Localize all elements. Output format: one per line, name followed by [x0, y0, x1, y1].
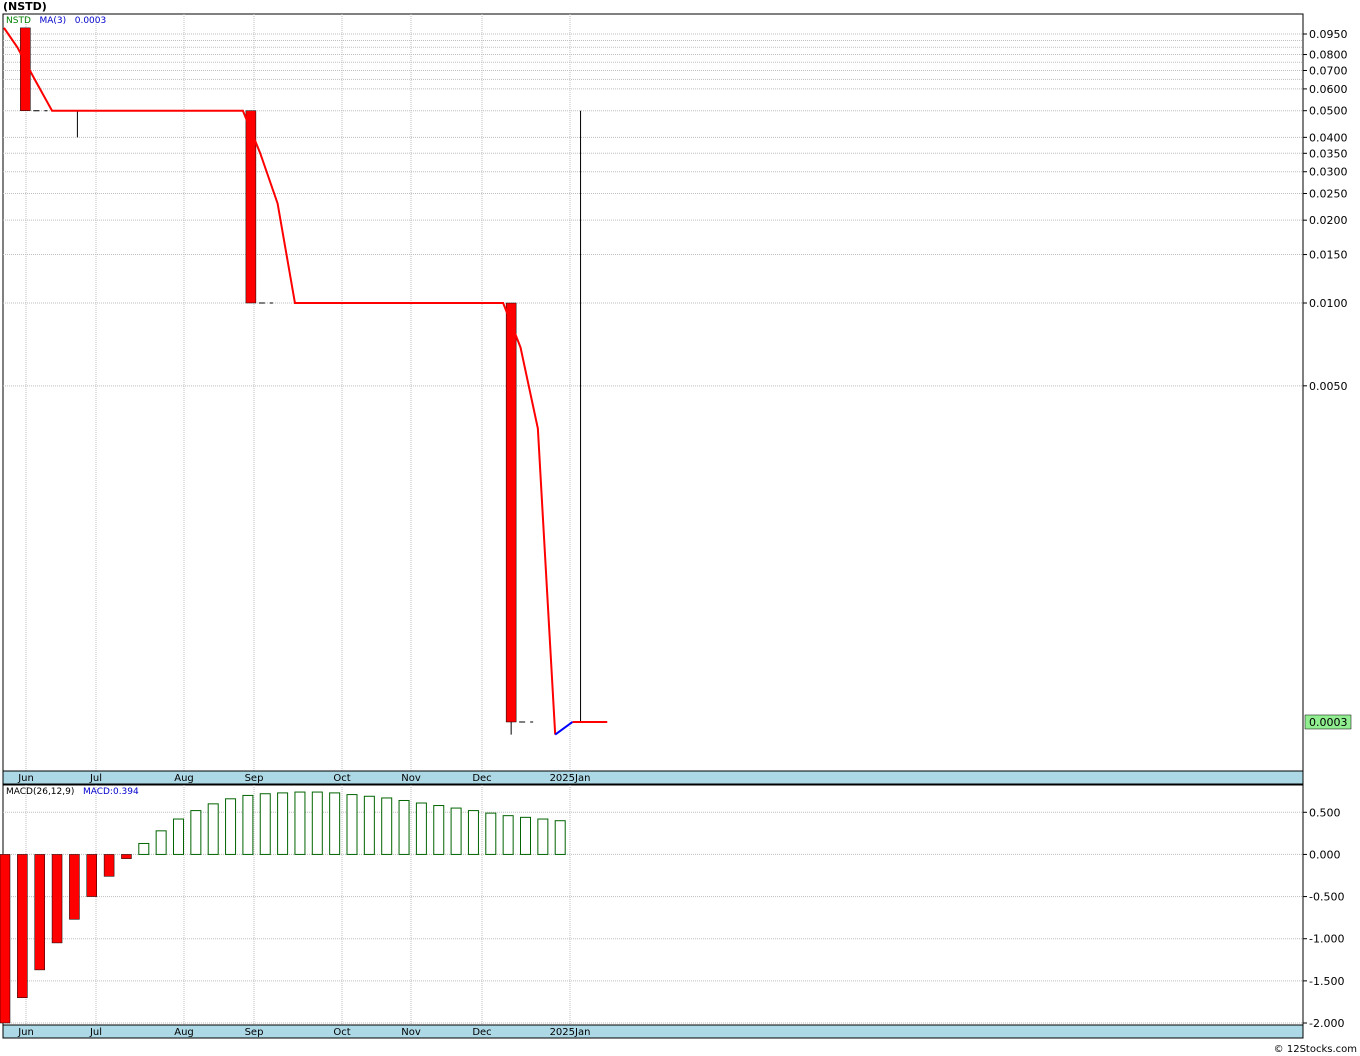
y-tick-label: -2.000 [1309, 1017, 1344, 1030]
macd-bar [294, 791, 306, 855]
macd-bar [121, 854, 132, 859]
macd-bar [190, 810, 202, 855]
y-tick-label: 0.0500 [1309, 105, 1348, 118]
macd-bar [537, 818, 549, 855]
legend-price: NSTD MA(3) 0.0003 [6, 16, 106, 27]
macd-bar [69, 854, 80, 920]
month-label: 2025Jan [550, 773, 591, 784]
month-label: Aug [174, 773, 194, 784]
last-price-marker: 0.0003 [1304, 714, 1352, 730]
month-label: Jun [17, 773, 34, 784]
macd-bar [103, 854, 115, 877]
macd-bar [311, 791, 323, 855]
y-tick-label: 0.0100 [1309, 297, 1348, 310]
month-label: Jul [89, 1027, 102, 1038]
stock-chart: 0.0950 0.0800 0.0700 0.0600 0.0500 0.0400 0.03… [0, 13, 1352, 1039]
macd-bar [34, 854, 45, 971]
month-label: Sep [245, 1027, 264, 1038]
month-strip-top [2, 770, 1304, 785]
month-label: Dec [472, 773, 491, 784]
month-label: Sep [245, 773, 264, 784]
legend-symbol: NSTD [6, 16, 31, 26]
y-tick-label: -0.500 [1309, 891, 1344, 904]
month-label: 2025Jan [550, 1027, 591, 1038]
y-tick-label: 0.0400 [1309, 131, 1348, 144]
macd-bar [415, 802, 427, 855]
y-tick-label: 0.0050 [1309, 380, 1348, 393]
chart-title: (NSTD) [3, 0, 47, 13]
y-tick-label: 0.0800 [1309, 49, 1348, 62]
credit-text: © 12Stocks.com [1273, 1044, 1357, 1055]
y-tick-label: 0.0200 [1309, 214, 1348, 227]
month-label: Jun [17, 1027, 34, 1038]
y-tick-label: 0.0350 [1309, 147, 1348, 160]
month-label: Jul [89, 773, 102, 784]
legend-macd-value: MACD:0.394 [82, 787, 139, 797]
y-tick-label: 0.500 [1309, 806, 1341, 819]
macd-bar [51, 854, 63, 944]
price-bar [505, 302, 517, 723]
macd-bar [485, 812, 497, 855]
y-tick-label: 0.000 [1309, 848, 1341, 861]
y-tick-label: -1.500 [1309, 975, 1344, 988]
macd-bar [554, 820, 566, 855]
macd-bar [173, 818, 184, 855]
macd-bar [242, 794, 254, 855]
macd-bar [398, 799, 410, 855]
macd-bar [277, 792, 289, 855]
month-label: Nov [401, 773, 421, 784]
legend-ma: MA(3) [39, 16, 67, 26]
y-tick-label: 0.0150 [1309, 249, 1348, 262]
month-label: Oct [333, 1027, 350, 1038]
y-tick-label: 0.0300 [1309, 166, 1348, 179]
macd-bar [346, 794, 358, 855]
macd-axis: 0.500 0.000 -0.500 -1.000 -1.500 -2.000 [1303, 806, 1344, 1030]
macd-bar [138, 842, 150, 855]
legend-macd-label: MACD(26,12,9) [6, 787, 75, 797]
y-tick-label: 0.0950 [1309, 28, 1348, 41]
y-tick-label: 0.0250 [1309, 188, 1348, 201]
legend-macd: MACD(26,12,9) MACD:0.394 [6, 787, 139, 798]
month-label: Nov [401, 1027, 421, 1038]
macd-bar [225, 798, 237, 855]
month-strip-bottom [2, 1024, 1304, 1039]
macd-bar [155, 830, 167, 855]
last-price-label: 0.0003 [1309, 716, 1348, 729]
legend-last-value: 0.0003 [74, 16, 107, 26]
macd-bar [520, 816, 531, 855]
price-axis: 0.0950 0.0800 0.0700 0.0600 0.0500 0.0400 0.03… [1303, 28, 1348, 393]
month-label: Aug [174, 1027, 194, 1038]
macd-bar [259, 793, 271, 855]
macd-bar [450, 807, 462, 855]
y-tick-label: -1.000 [1309, 933, 1344, 946]
macd-bar [17, 854, 28, 998]
y-tick-label: 0.0700 [1309, 64, 1348, 77]
macd-bar [502, 815, 514, 855]
month-label: Oct [333, 773, 350, 784]
macd-bar [467, 810, 479, 855]
macd-bar [86, 854, 97, 897]
price-panel [2, 13, 1304, 772]
y-tick-label: 0.0600 [1309, 83, 1348, 96]
macd-bar [363, 795, 375, 855]
macd-bar [381, 797, 393, 855]
macd-bar [433, 805, 445, 855]
macd-bar [207, 803, 219, 855]
macd-bar [0, 854, 11, 1024]
macd-bar [329, 792, 341, 855]
month-label: Dec [472, 1027, 491, 1038]
